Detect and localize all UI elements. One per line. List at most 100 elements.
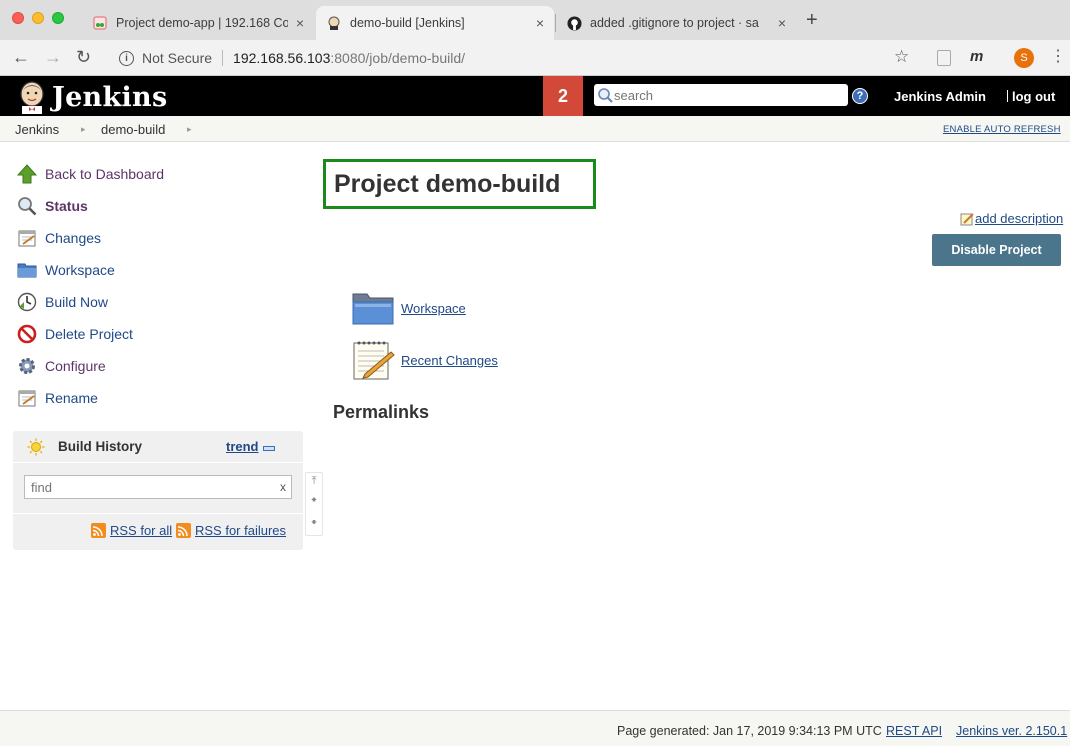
workspace-link[interactable]: Workspace — [351, 286, 466, 330]
build-history-header: Build History trend — [13, 431, 303, 463]
clipboard-extension-icon[interactable] — [937, 50, 951, 66]
rss-all-link[interactable]: RSS for all — [91, 523, 172, 538]
back-arrow-icon[interactable]: ← — [12, 47, 30, 68]
jenkins-logo[interactable]: Jenkins — [16, 80, 167, 114]
rss-all-label[interactable]: RSS for all — [110, 523, 172, 538]
m-extension-icon[interactable]: m — [970, 48, 983, 65]
browser-menu-icon[interactable]: ⋮ — [1050, 46, 1066, 66]
divider — [1007, 90, 1008, 102]
profile-avatar[interactable]: S — [1014, 48, 1034, 68]
breadcrumb-demo-build[interactable]: demo-build — [101, 122, 165, 137]
reload-icon[interactable]: ↻ — [76, 47, 91, 68]
rest-api-link[interactable]: REST API — [886, 724, 942, 738]
browser-tab-github[interactable]: added .gitignore to project · sa × — [556, 6, 796, 40]
breadcrumb-arrow-icon[interactable]: ▸ — [187, 124, 192, 135]
forward-arrow-icon[interactable]: → — [44, 47, 62, 68]
tab-title: demo-build [Jenkins] — [350, 16, 465, 30]
page-top-icon[interactable]: ⤒ — [312, 475, 317, 488]
enable-auto-refresh-link[interactable]: ENABLE AUTO REFRESH — [943, 124, 1061, 135]
breadcrumb-arrow-icon[interactable]: ▸ — [81, 124, 86, 135]
build-history-panel: Build History trend x RSS for all RSS fo… — [13, 431, 303, 550]
close-tab-icon[interactable]: × — [536, 15, 544, 31]
info-icon[interactable]: i — [119, 50, 134, 66]
task-status[interactable]: Status — [0, 190, 310, 222]
url-path[interactable]: :8080/job/demo-build/ — [330, 50, 465, 66]
address-bar[interactable]: i Not Secure 192.168.56.103 :8080/job/de… — [105, 43, 920, 73]
collapse-icon[interactable] — [263, 446, 275, 451]
task-changes[interactable]: Changes — [0, 222, 310, 254]
task-label[interactable]: Configure — [45, 358, 106, 374]
breadcrumb: Jenkins ▸ demo-build ▸ ENABLE AUTO REFRE… — [0, 116, 1070, 142]
new-tab-button[interactable]: + — [806, 9, 818, 32]
security-status[interactable]: Not Secure — [142, 50, 212, 66]
sun-weather-icon — [27, 438, 45, 455]
permalinks-heading: Permalinks — [333, 402, 430, 422]
disable-project-button[interactable]: Disable Project — [932, 234, 1061, 266]
task-label[interactable]: Delete Project — [45, 326, 133, 342]
notepad-icon — [353, 341, 395, 380]
zoom-window-button[interactable] — [52, 12, 64, 24]
logout-label[interactable]: log out — [1012, 89, 1055, 104]
user-link[interactable]: Jenkins Admin — [894, 89, 986, 104]
close-tab-icon[interactable]: × — [778, 15, 786, 31]
minimize-window-button[interactable] — [32, 12, 44, 24]
recent-changes-link-label[interactable]: Recent Changes — [401, 353, 498, 368]
github-icon — [566, 15, 582, 31]
task-workspace[interactable]: Workspace — [0, 254, 310, 286]
help-icon[interactable]: ? — [852, 88, 868, 104]
recent-changes-link[interactable]: Recent Changes — [351, 338, 498, 382]
task-label[interactable]: Workspace — [45, 262, 115, 278]
workspace-link-label[interactable]: Workspace — [401, 301, 466, 316]
browser-tab-gitlab[interactable]: Project demo-app | 192.168 Co × — [82, 6, 314, 40]
notepad-icon — [16, 227, 38, 249]
clock-icon — [16, 291, 38, 313]
page-down-icon[interactable]: 🠻 — [311, 514, 318, 533]
task-delete-project[interactable]: Delete Project — [0, 318, 310, 350]
add-description-link[interactable]: add description — [960, 211, 1063, 226]
page-up-icon[interactable]: 🠹 — [311, 491, 318, 510]
task-label[interactable]: Status — [45, 198, 88, 214]
page-title: Project demo-build — [334, 169, 561, 198]
edit-note-icon — [960, 212, 974, 225]
rss-icon — [91, 523, 106, 538]
search-input[interactable] — [614, 87, 834, 103]
jenkins-icon — [326, 15, 342, 31]
close-tab-icon[interactable]: × — [296, 15, 304, 31]
tab-title: Project demo-app | 192.168 Co — [116, 16, 288, 30]
breadcrumb-jenkins[interactable]: Jenkins — [15, 122, 59, 137]
rss-failures-label[interactable]: RSS for failures — [195, 523, 286, 538]
folder-icon — [16, 259, 38, 281]
task-label[interactable]: Changes — [45, 230, 101, 246]
task-label[interactable]: Rename — [45, 390, 98, 406]
page-footer: Page generated: Jan 17, 2019 9:34:13 PM … — [0, 710, 1070, 746]
build-history-title: Build History — [58, 439, 143, 454]
no-entry-icon — [16, 323, 38, 345]
close-window-button[interactable] — [12, 12, 24, 24]
task-label[interactable]: Build Now — [45, 294, 108, 310]
search-icon — [598, 88, 613, 103]
build-history-filter[interactable]: x — [24, 475, 292, 499]
gear-icon — [16, 355, 38, 377]
rss-failures-link[interactable]: RSS for failures — [176, 523, 286, 538]
bookmark-star-icon[interactable]: ☆ — [894, 47, 909, 67]
task-configure[interactable]: Configure — [0, 350, 310, 382]
find-input[interactable] — [25, 479, 280, 495]
jenkins-version-link[interactable]: Jenkins ver. 2.150.1 — [956, 724, 1067, 738]
add-description-label[interactable]: add description — [975, 211, 1063, 226]
jenkins-search-box[interactable] — [594, 84, 848, 106]
task-build-now[interactable]: Build Now — [0, 286, 310, 318]
logout-link[interactable]: log out — [1007, 89, 1055, 104]
url-host[interactable]: 192.168.56.103 — [233, 50, 330, 66]
task-rename[interactable]: Rename — [0, 382, 310, 414]
clear-filter-icon[interactable]: x — [280, 480, 286, 494]
task-label[interactable]: Back to Dashboard — [45, 166, 164, 182]
rss-icon — [176, 523, 191, 538]
trend-link[interactable]: trend — [226, 439, 259, 454]
browser-tab-jenkins[interactable]: demo-build [Jenkins] × — [316, 6, 554, 40]
jenkins-butler-icon — [20, 81, 44, 114]
notification-badge[interactable]: 2 — [543, 76, 583, 116]
task-back-to-dashboard[interactable]: Back to Dashboard — [0, 158, 310, 190]
notepad-icon — [16, 387, 38, 409]
browser-tab-bar: Project demo-app | 192.168 Co × demo-bui… — [0, 0, 1070, 40]
gitlab-icon — [92, 15, 108, 31]
